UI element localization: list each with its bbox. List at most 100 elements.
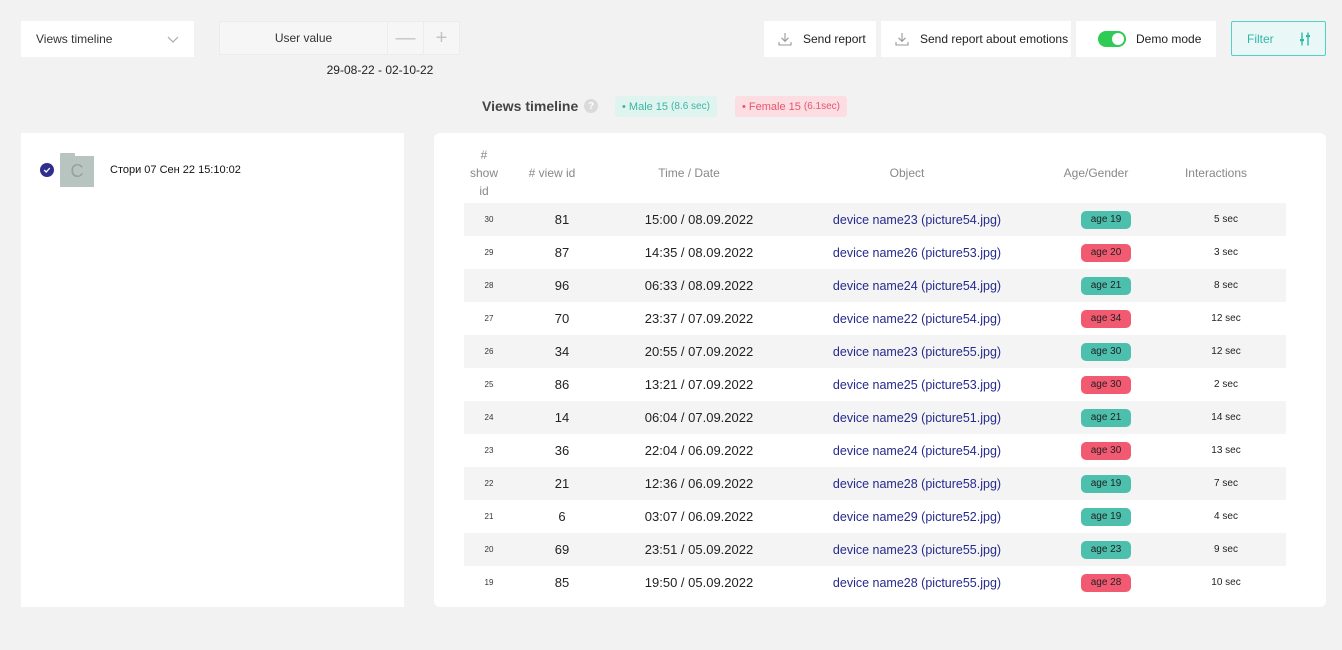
time-date-cell: 19:50 / 05.09.2022 [644,575,754,590]
table-row[interactable]: 27 70 23:37 / 07.09.2022 device name22 (pic… [464,302,1286,335]
table-row[interactable]: 22 21 12:36 / 06.09.2022 device name28 (pic… [464,467,1286,500]
age-badge: age 19 [1081,507,1131,526]
table-body: 30 81 15:00 / 08.09.2022 device name23 (pic… [464,203,1286,599]
send-report-emotions-button[interactable]: Send report about emotions [881,21,1071,57]
date-range[interactable]: 29-08-22 - 02-10-22 [290,63,470,77]
view-id-cell: 6 [558,509,566,524]
send-report-button[interactable]: Send report [764,21,876,57]
time-date-cell: 23:51 / 05.09.2022 [644,542,754,557]
table-row[interactable]: 30 81 15:00 / 08.09.2022 device name23 (pic… [464,203,1286,236]
toggle-knob [1112,33,1124,45]
demo-mode-control: Demo mode [1076,21,1216,57]
age-gender-cell: age 30 [1046,375,1166,394]
male-count-badge: • Male 15 (8.6 sec) [615,96,717,117]
female-avg-time: (6.1sec) [803,101,841,112]
interactions-cell: 12 sec [1211,346,1241,357]
age-badge: age 23 [1081,540,1131,559]
time-date-cell: 23:37 / 07.09.2022 [644,311,754,326]
filter-label: Filter [1247,31,1274,46]
object-link[interactable]: device name23 (picture55.jpg) [788,543,1046,557]
female-count: • Female 15 [742,100,801,113]
object-link[interactable]: device name23 (picture54.jpg) [788,213,1046,227]
object-link[interactable]: device name29 (picture51.jpg) [788,411,1046,425]
show-id-cell: 25 [484,380,494,389]
time-date-cell: 22:04 / 06.09.2022 [644,443,754,458]
download-icon [895,33,909,46]
object-link[interactable]: device name28 (picture55.jpg) [788,576,1046,590]
time-date-cell: 15:00 / 08.09.2022 [644,212,754,227]
check-icon[interactable] [40,163,54,177]
story-item[interactable]: C Стори 07 Сен 22 15:10:02 [40,153,241,187]
object-link[interactable]: device name23 (picture55.jpg) [788,345,1046,359]
object-link[interactable]: device name29 (picture52.jpg) [788,510,1046,524]
send-report-emotions-label: Send report about emotions [920,32,1069,46]
age-gender-cell: age 19 [1046,210,1166,229]
view-select-label: Views timeline [36,32,113,46]
user-value-input[interactable]: User value [219,21,388,55]
object-link[interactable]: device name24 (picture54.jpg) [788,279,1046,293]
chevron-down-icon [167,36,179,43]
age-gender-cell: age 34 [1046,309,1166,328]
demo-mode-label: Demo mode [1136,32,1202,46]
header-time-date: Time / Date [658,165,720,180]
view-id-cell: 34 [554,344,570,359]
interactions-cell: 14 sec [1211,412,1241,423]
age-gender-cell: age 30 [1046,441,1166,460]
show-id-cell: 29 [484,248,494,257]
time-date-cell: 14:35 / 08.09.2022 [644,245,754,260]
age-badge: age 19 [1081,210,1131,229]
table-row[interactable]: 21 6 03:07 / 06.09.2022 device name29 (pict… [464,500,1286,533]
time-date-cell: 06:04 / 07.09.2022 [644,410,754,425]
table-row[interactable]: 25 86 13:21 / 07.09.2022 device name25 (pic… [464,368,1286,401]
view-select[interactable]: Views timeline [21,21,194,57]
view-id-cell: 87 [554,245,570,260]
age-gender-cell: age 19 [1046,507,1166,526]
interactions-cell: 7 sec [1214,478,1238,489]
object-link[interactable]: device name26 (picture53.jpg) [788,246,1046,260]
age-badge: age 19 [1081,474,1131,493]
show-id-cell: 30 [484,215,494,224]
increment-button[interactable]: + [424,21,460,55]
table-row[interactable]: 26 34 20:55 / 07.09.2022 device name23 (pic… [464,335,1286,368]
table-row[interactable]: 28 96 06:33 / 08.09.2022 device name24 (pic… [464,269,1286,302]
show-id-cell: 27 [484,314,494,323]
demo-mode-toggle[interactable] [1098,31,1126,47]
age-badge: age 20 [1081,243,1131,262]
filter-button[interactable]: Filter [1231,21,1326,56]
age-badge: age 28 [1081,573,1131,592]
view-id-cell: 21 [554,476,570,491]
send-report-label: Send report [803,32,866,46]
table-row[interactable]: 20 69 23:51 / 05.09.2022 device name23 (pic… [464,533,1286,566]
interactions-cell: 13 sec [1211,445,1241,456]
object-link[interactable]: device name24 (picture54.jpg) [788,444,1046,458]
age-badge: age 30 [1081,375,1131,394]
interactions-cell: 2 sec [1214,379,1238,390]
stories-panel: C Стори 07 Сен 22 15:10:02 [21,133,404,607]
table-row[interactable]: 23 36 22:04 / 06.09.2022 device name24 (pic… [464,434,1286,467]
table-row[interactable]: 24 14 06:04 / 07.09.2022 device name29 (pic… [464,401,1286,434]
interactions-cell: 5 sec [1214,214,1238,225]
object-link[interactable]: device name22 (picture54.jpg) [788,312,1046,326]
download-icon [778,33,792,46]
time-date-cell: 03:07 / 06.09.2022 [644,509,754,524]
views-table-panel: # show id # view id Time / Date Object A… [434,133,1326,607]
table-row[interactable]: 29 87 14:35 / 08.09.2022 device name26 (pic… [464,236,1286,269]
header-show-id: # show id [470,147,499,198]
interactions-cell: 12 sec [1211,313,1241,324]
user-value-stepper: User value — + [219,21,460,55]
header-interactions: Interactions [1184,165,1248,180]
table-row[interactable]: 19 85 19:50 / 05.09.2022 device name28 (pic… [464,566,1286,599]
time-date-cell: 12:36 / 06.09.2022 [644,476,754,491]
interactions-cell: 4 sec [1214,511,1238,522]
folder-letter: C [60,156,94,187]
view-id-cell: 81 [554,212,570,227]
help-icon[interactable]: ? [584,99,599,113]
age-badge: age 21 [1081,276,1131,295]
decrement-button[interactable]: — [388,21,424,55]
object-link[interactable]: device name28 (picture58.jpg) [788,477,1046,491]
view-id-cell: 36 [554,443,570,458]
folder-icon: C [60,153,94,187]
show-id-cell: 26 [484,347,494,356]
object-link[interactable]: device name25 (picture53.jpg) [788,378,1046,392]
show-id-cell: 23 [484,446,494,455]
